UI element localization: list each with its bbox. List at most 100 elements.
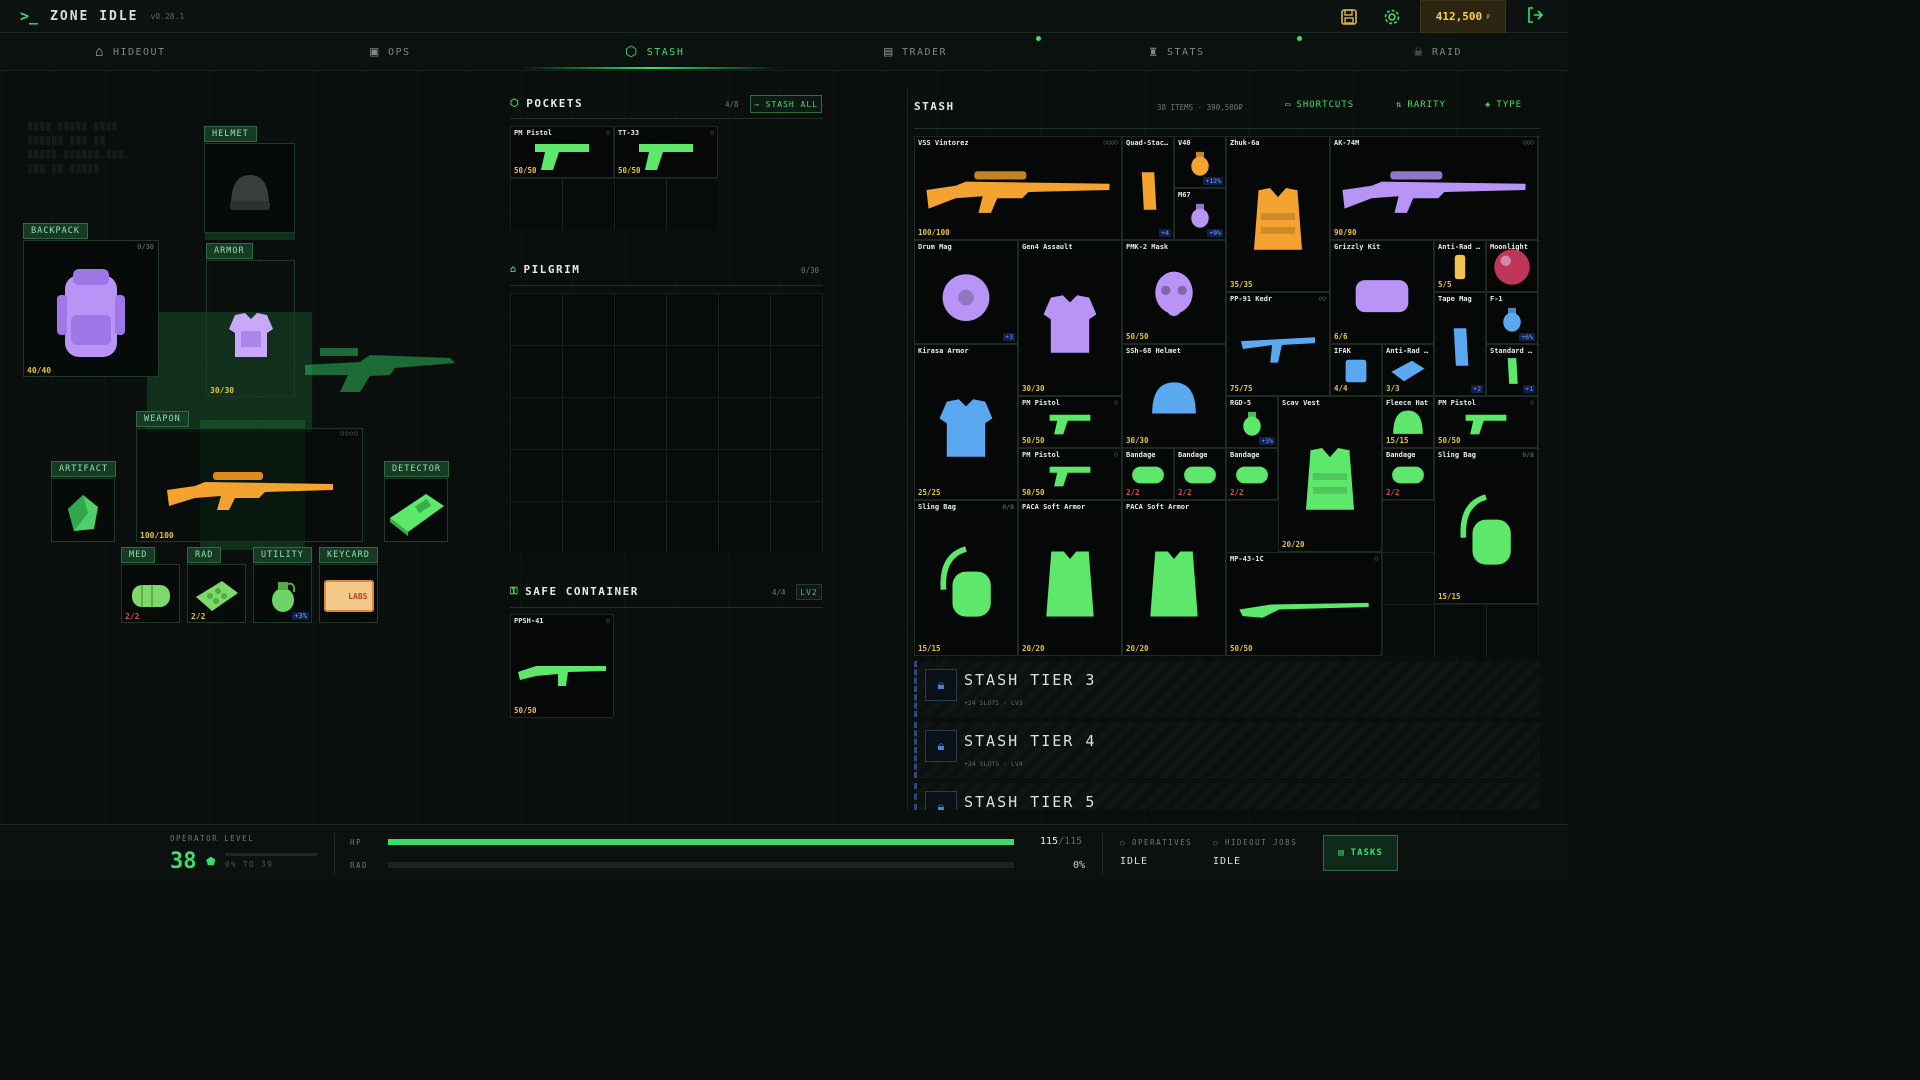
stash-item[interactable]: Zhuk-6a 35/35 [1226,136,1330,292]
lock-icon: 🔒︎ [925,730,957,762]
stash-item[interactable]: Bandage 2/2 [1382,448,1434,500]
stash-item[interactable]: Kirasa Armor 25/25 [914,344,1018,500]
item-name: PPSH-41 [514,617,544,625]
stash-item[interactable]: AK-74M ○○○ 90/90 [1330,136,1538,240]
med-slot-label: MED [121,547,156,563]
stash-item[interactable]: Bandage 2/2 [1226,448,1278,500]
stash-item[interactable]: MP-43-1C ○ 50/50 [1226,552,1382,656]
stash-item[interactable]: VSS Vintorez ○○○○ 100/100 [914,136,1122,240]
box-icon: ⬡ [625,44,639,60]
stash-item[interactable]: Standard Mag +1 [1486,344,1538,396]
detector-slot[interactable] [384,478,448,542]
tier-sub: +24 SLOTS · LV3 [964,699,1023,707]
stash-item[interactable]: Sling Bag 0/8 15/15 [1434,448,1538,604]
armor-icon [228,313,273,358]
stash-item[interactable]: Gen4 Assault 30/30 [1018,240,1122,396]
logout-icon[interactable] [1526,6,1544,28]
pocket-item[interactable]: TT-33 ○ 50/50 [614,126,718,178]
item-name: VSS Vintorez [918,139,969,147]
gear-icon[interactable] [1377,2,1407,32]
item-count: 20/20 [1022,644,1045,653]
item-name: RGD-5 [1230,399,1252,407]
weapon-mod-slots: ○○○○ [340,430,359,437]
stash-item[interactable]: Tape Mag +2 [1434,292,1486,396]
stash-item[interactable]: Sling Bag 0/8 15/15 [914,500,1018,656]
stash-item[interactable]: PM Pistol ○ 50/50 [1434,396,1538,448]
stash-item[interactable]: Grizzly Kit 6/6 [1330,240,1434,344]
tasks-button[interactable]: ▤ TASKS [1323,835,1398,871]
type-filter-button[interactable]: ◈ TYPE [1485,100,1522,110]
pills-icon [1390,358,1426,388]
rarity-sort-button[interactable]: ⇅ RARITY [1396,100,1446,110]
tab-hideout[interactable]: ⌂ HIDEOUT [95,33,166,71]
safe-title-text: SAFE CONTAINER [525,585,639,598]
utility-slot[interactable]: +3% [253,564,312,623]
item-bonus: +6% [1519,333,1535,341]
stash-item[interactable]: Quad-Stack Mag +4 [1122,136,1174,240]
weapon-slot[interactable]: ○○○○ 100/100 [136,428,363,542]
stash-item[interactable]: Scav Vest 20/20 [1278,396,1382,552]
rifle-icon [924,165,1111,221]
safe-item[interactable]: PPSH-41 ○ 50/50 [510,614,614,718]
stash-item[interactable]: Fleece Hat 15/15 [1382,396,1434,448]
rad-slot[interactable]: 2/2 [187,564,246,623]
stash-item[interactable]: Anti-Rad Injector 5/5 [1434,240,1486,292]
tab-stash[interactable]: ⬡ STASH [625,33,684,71]
item-count: 2/2 [1386,488,1400,497]
stash-item[interactable]: Bandage 2/2 [1122,448,1174,500]
tab-raid[interactable]: ☠ RAID [1414,33,1462,71]
helmet-slot[interactable] [204,143,295,233]
item-name: AK-74M [1334,139,1360,147]
item-count: 25/25 [918,488,941,497]
stash-item[interactable]: Drum Mag +3 [914,240,1018,344]
money-unit: ₽ [1486,12,1491,21]
skull-icon: ☠ [1414,44,1424,60]
stash-item[interactable]: SSh-68 Helmet 30/30 [1122,344,1226,448]
stash-item[interactable]: PACA Soft Armor 20/20 [1018,500,1122,656]
stash-item[interactable]: M67 +9% [1174,188,1226,240]
pocket-item[interactable]: PM Pistol ○ 50/50 [510,126,614,178]
stash-tier-5[interactable]: 🔒︎ STASH TIER 5 [914,783,1540,810]
pockets-capacity: 4/8 [725,100,739,109]
keycard-text: LABS [348,591,368,601]
stash-item[interactable]: F-1 +6% [1486,292,1538,344]
artifact-slot[interactable] [51,478,115,542]
stash-item[interactable]: PACA Soft Armor 20/20 [1122,500,1226,656]
item-name: Scav Vest [1282,399,1320,407]
stash-item[interactable]: PM Pistol ○ 50/50 [1018,448,1122,500]
stash-item[interactable]: PP-91 Kedr ○○ 75/75 [1226,292,1330,396]
armor-slot[interactable]: 30/30 [206,260,295,397]
stash-tier-3[interactable]: 🔒︎ STASH TIER 3 +24 SLOTS · LV3 [914,661,1540,717]
pilgrim-title-text: PILGRIM [523,263,581,276]
stash-item[interactable]: V40 +12% [1174,136,1226,188]
item-count: 4/4 [1334,384,1348,393]
shortcuts-label: SHORTCUTS [1296,100,1355,110]
keycard-slot[interactable]: LABS [319,564,378,623]
rarity-label: RARITY [1407,100,1446,110]
stash-item[interactable]: Moonlight [1486,240,1538,292]
stash-item[interactable]: PM Pistol ○ 50/50 [1018,396,1122,448]
item-bonus: +9% [1207,229,1223,237]
shortcuts-button[interactable]: ▭ SHORTCUTS [1285,100,1354,110]
stash-item[interactable]: Anti-Rad Pack 3/3 [1382,344,1434,396]
item-mod-ring: ○ [1374,555,1378,562]
tab-ops[interactable]: ▣ OPS [370,33,411,71]
layers-icon: ◈ [1485,100,1492,110]
backpack-slot[interactable]: 0/30 40/40 [23,240,159,377]
pockets-title: ⬡ POCKETS [510,97,583,110]
armor-slot-label: ARMOR [206,243,253,259]
hideout-jobs-label: ○ HIDEOUT JOBS [1213,838,1298,847]
tab-stats[interactable]: ♜ STATS [1149,33,1205,71]
tab-trader[interactable]: ▤ TRADER [884,33,947,71]
stash-item[interactable]: PMK-2 Mask 50/50 [1122,240,1226,344]
item-name: PP-91 Kedr [1230,295,1273,303]
med-slot[interactable]: 2/2 [121,564,180,623]
stash-all-button[interactable]: → STASH ALL [750,95,822,113]
stash-tier-4[interactable]: 🔒︎ STASH TIER 4 +24 SLOTS · LV4 [914,722,1540,778]
stash-item[interactable]: Bandage 2/2 [1174,448,1226,500]
item-count: 50/50 [514,166,537,175]
save-icon[interactable] [1334,2,1364,32]
stash-item[interactable]: RGD-5 +3% [1226,396,1278,448]
stash-item[interactable]: IFAK 4/4 [1330,344,1382,396]
item-name: Bandage [1230,451,1260,459]
